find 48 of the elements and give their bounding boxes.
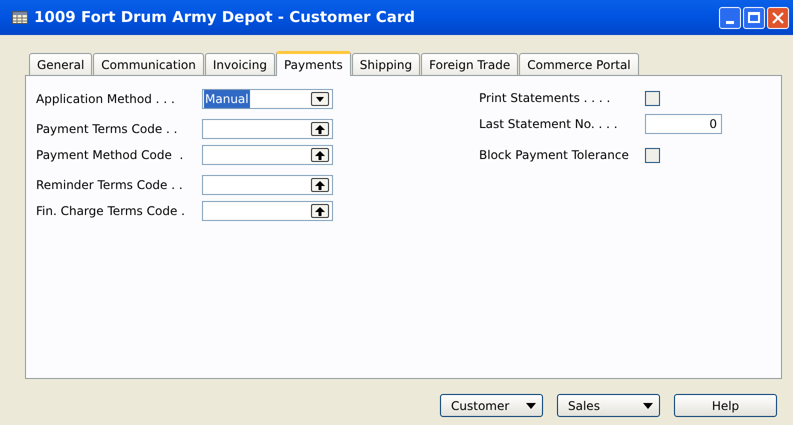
field-label: Application Method . . . [36,91,176,108]
lookup-button[interactable] [311,148,329,162]
field-label: Payment Terms Code . . [36,121,178,138]
tab[interactable]: Commerce Portal [519,53,639,75]
maximize-icon [748,12,760,23]
field-label: Payment Method Code . [36,147,184,164]
tab[interactable]: Foreign Trade [421,53,518,75]
up-arrow-icon [315,206,325,216]
close-button[interactable] [767,6,789,28]
up-arrow-icon [315,150,325,160]
dropdown-button[interactable] [311,92,329,106]
caret-icon [315,94,325,104]
table-icon [12,11,28,24]
lookup-field[interactable] [202,201,333,221]
window-title: 1009 Fort Drum Army Depot - Customer Card [34,7,416,28]
lookup-button[interactable] [311,178,329,192]
minimize-button[interactable] [719,6,741,28]
tab[interactable]: Invoicing [204,53,275,75]
field-value: Manual [204,90,250,108]
lookup-button[interactable] [311,204,329,218]
caret-icon [526,402,536,408]
field-label: Print Statements . . . . [479,90,612,107]
checkbox[interactable] [645,90,660,106]
tab[interactable]: Shipping [352,53,420,75]
maximize-button[interactable] [743,6,765,28]
action-button[interactable]: Customer [440,394,543,417]
field-label: Fin. Charge Terms Code . [36,203,186,220]
minimize-icon [726,20,734,24]
up-arrow-icon [315,124,325,134]
up-arrow-icon [315,180,325,190]
field-value: 0 [709,116,717,133]
field-label: Reminder Terms Code . . [36,177,184,194]
lookup-button[interactable] [311,122,329,136]
tab[interactable]: Communication [93,53,204,75]
field-label: Block Payment Tolerance [479,147,630,164]
checkbox[interactable] [645,148,660,162]
tab[interactable]: General [29,53,92,75]
dropdown-field[interactable]: Manual [202,89,333,109]
caret-icon [643,402,653,408]
lookup-field[interactable] [202,175,333,195]
close-icon [772,12,784,24]
number-field[interactable]: 0 [645,114,722,134]
tab[interactable]: Payments [276,51,351,76]
lookup-field[interactable] [202,145,333,165]
action-button[interactable]: Sales [557,394,660,417]
lookup-field[interactable] [202,119,333,139]
action-button[interactable]: Help [674,394,777,417]
field-label: Last Statement No. . . . [479,116,619,133]
